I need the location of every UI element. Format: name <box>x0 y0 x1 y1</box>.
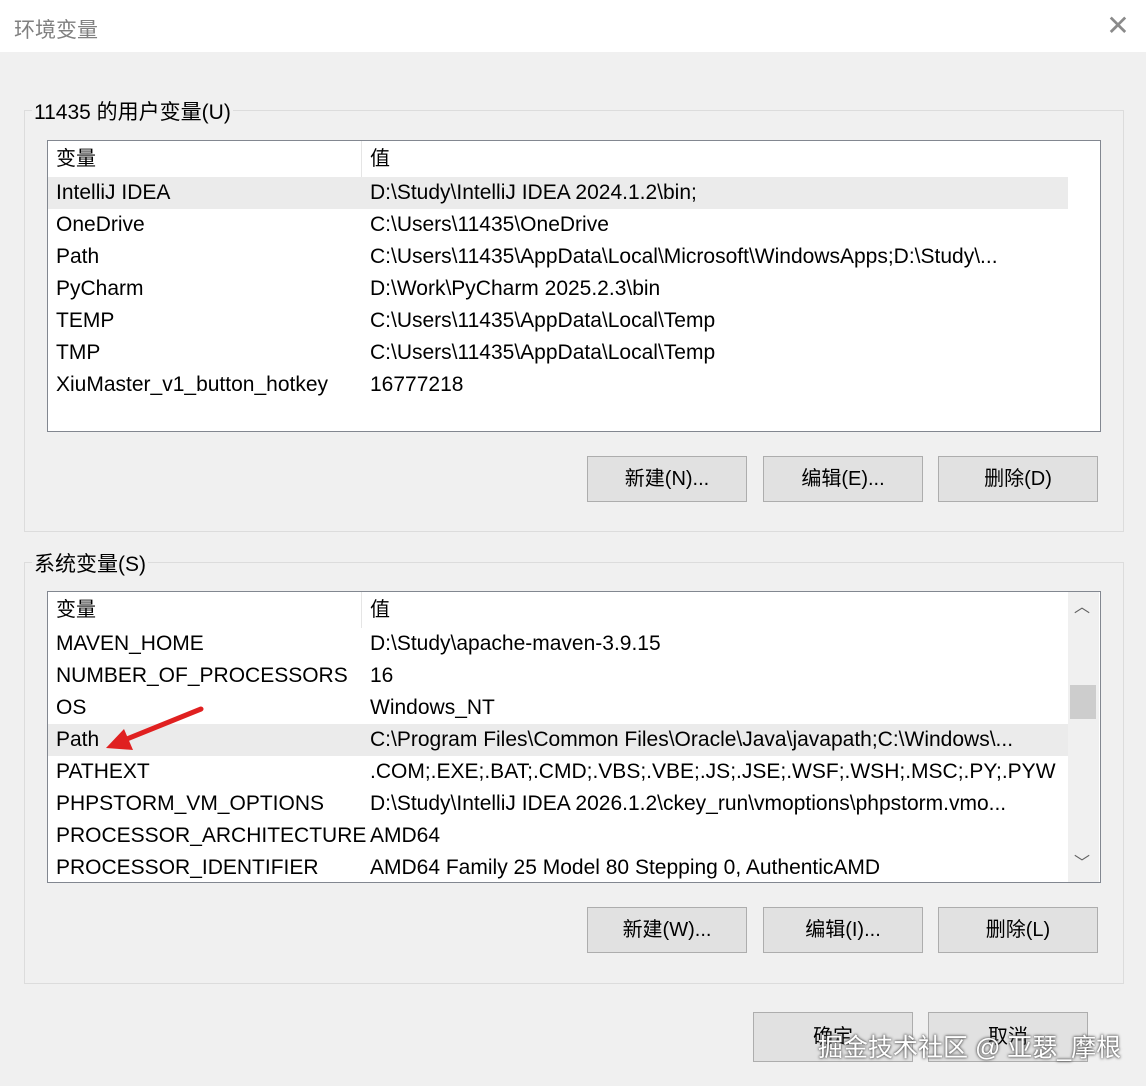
watermark: 掘金技术社区 @ 亚瑟_摩根 <box>818 1034 1122 1062</box>
table-row[interactable]: MAVEN_HOME D:\Study\apache-maven-3.9.15 <box>48 628 1068 660</box>
table-row[interactable]: OS Windows_NT <box>48 692 1068 724</box>
variable-value: D:\Study\IntelliJ IDEA 2026.1.2\ckey_run… <box>370 792 1007 815</box>
variable-value: C:\Program Files\Common Files\Oracle\Jav… <box>370 728 1014 751</box>
table-row[interactable]: NUMBER_OF_PROCESSORS 16 <box>48 660 1068 692</box>
table-row[interactable]: Path C:\Users\11435\AppData\Local\Microso… <box>48 241 1068 273</box>
variable-name: PHPSTORM_VM_OPTIONS <box>56 792 324 815</box>
system-variables-label: 系统变量(S) <box>32 548 148 578</box>
chevron-up-icon[interactable]: ︿ <box>1068 594 1096 622</box>
variable-name: IntelliJ IDEA <box>56 181 171 204</box>
variable-name: Path <box>56 728 100 751</box>
variable-name: PROCESSOR_IDENTIFIER <box>56 856 319 879</box>
table-row[interactable]: XiuMaster_v1_button_hotkey 16777218 <box>48 369 1068 401</box>
variable-name: TEMP <box>56 309 115 332</box>
user-edit-button[interactable]: 编辑(E)... <box>763 456 923 502</box>
user-new-button[interactable]: 新建(N)... <box>587 456 747 502</box>
close-icon[interactable]: ✕ <box>1098 6 1138 46</box>
variable-value: D:\Study\IntelliJ IDEA 2024.1.2\bin; <box>370 181 697 204</box>
table-row[interactable]: TMP C:\Users\11435\AppData\Local\Temp <box>48 337 1068 369</box>
column-header-value[interactable]: 值 <box>362 592 390 628</box>
variable-value: C:\Users\11435\AppData\Local\Microsoft\W… <box>370 245 998 268</box>
column-header-name[interactable]: 变量 <box>48 592 362 628</box>
variable-value: C:\Users\11435\AppData\Local\Temp <box>370 309 716 332</box>
variable-value: C:\Users\11435\OneDrive <box>370 213 609 236</box>
table-row[interactable]: TEMP C:\Users\11435\AppData\Local\Temp <box>48 305 1068 337</box>
window-title: 环境变量 <box>14 19 98 42</box>
variable-name: NUMBER_OF_PROCESSORS <box>56 664 348 687</box>
table-row[interactable]: IntelliJ IDEA D:\Study\IntelliJ IDEA 2024… <box>48 177 1068 209</box>
table-row[interactable]: PROCESSOR_ARCHITECTURE AMD64 <box>48 820 1068 852</box>
system-variables-list[interactable]: 变量 值 MAVEN_HOME D:\Study\apache-maven-3.9… <box>47 591 1101 883</box>
user-variables-label: 11435 的用户变量(U) <box>32 96 233 126</box>
variable-name: PyCharm <box>56 277 144 300</box>
table-row[interactable]: OneDrive C:\Users\11435\OneDrive <box>48 209 1068 241</box>
variable-name: MAVEN_HOME <box>56 632 204 655</box>
variable-value: 16 <box>370 664 394 687</box>
system-edit-button[interactable]: 编辑(I)... <box>763 907 923 953</box>
system-new-button[interactable]: 新建(W)... <box>587 907 747 953</box>
variable-name: OneDrive <box>56 213 145 236</box>
variable-name: PROCESSOR_ARCHITECTURE <box>56 824 367 847</box>
user-delete-button[interactable]: 删除(D) <box>938 456 1098 502</box>
variable-value: Windows_NT <box>370 696 495 719</box>
table-row[interactable]: PHPSTORM_VM_OPTIONS D:\Study\IntelliJ IDE… <box>48 788 1068 820</box>
variable-value: D:\Work\PyCharm 2025.2.3\bin <box>370 277 661 300</box>
column-header-value[interactable]: 值 <box>362 141 390 177</box>
title-bar: 环境变量 ✕ <box>0 0 1146 52</box>
variable-name: PATHEXT <box>56 760 150 783</box>
user-variables-list[interactable]: 变量 值 IntelliJ IDEA D:\Study\IntelliJ IDEA… <box>47 140 1101 432</box>
table-row[interactable]: PATHEXT .COM;.EXE;.BAT;.CMD;.VBS;.VBE;.JS… <box>48 756 1068 788</box>
list-header: 变量 值 <box>48 141 1068 177</box>
variable-value: AMD64 Family 25 Model 80 Stepping 0, Aut… <box>370 856 881 879</box>
variable-value: D:\Study\apache-maven-3.9.15 <box>370 632 661 655</box>
variable-value: 16777218 <box>370 373 464 396</box>
variable-value: .COM;.EXE;.BAT;.CMD;.VBS;.VBE;.JS;.JSE;.… <box>370 760 1056 783</box>
vertical-scrollbar[interactable]: ︿ ﹀ <box>1068 592 1099 882</box>
list-header: 变量 值 <box>48 592 1068 628</box>
variable-name: OS <box>56 696 87 719</box>
column-header-name[interactable]: 变量 <box>48 141 362 177</box>
chevron-down-icon[interactable]: ﹀ <box>1068 850 1096 878</box>
variable-name: XiuMaster_v1_button_hotkey <box>56 373 329 396</box>
system-delete-button[interactable]: 删除(L) <box>938 907 1098 953</box>
table-row[interactable]: PROCESSOR_IDENTIFIER AMD64 Family 25 Mode… <box>48 852 1068 882</box>
scrollbar-thumb[interactable] <box>1070 685 1096 719</box>
variable-name: Path <box>56 245 100 268</box>
table-row[interactable]: Path C:\Program Files\Common Files\Oracle… <box>48 724 1068 756</box>
variable-value: AMD64 <box>370 824 441 847</box>
table-row[interactable]: PyCharm D:\Work\PyCharm 2025.2.3\bin <box>48 273 1068 305</box>
variable-name: TMP <box>56 341 101 364</box>
variable-value: C:\Users\11435\AppData\Local\Temp <box>370 341 716 364</box>
